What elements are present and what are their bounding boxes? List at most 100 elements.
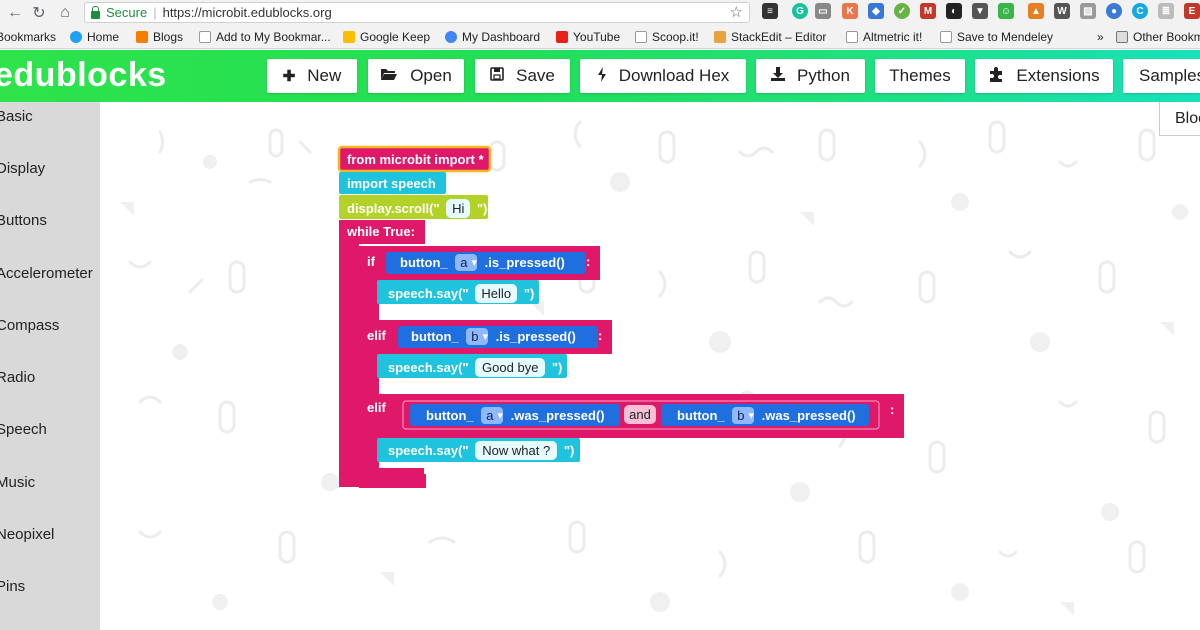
elif-colon-1: : [598,328,603,343]
block-from-microbit-import[interactable]: from microbit import * [347,152,484,167]
say-hello-field[interactable]: Hello [475,284,518,303]
extension-grammarly-icon[interactable]: G [792,3,808,19]
button-a-dropdown[interactable]: a [455,254,478,271]
if-colon: : [586,254,591,269]
block-workspace[interactable]: Blocks from microbit import * import spe… [100,102,1200,630]
extension-pocket-icon[interactable]: ▼ [972,3,988,19]
bolt-icon [597,66,607,86]
secure-label: Secure [106,5,148,20]
block-while-true[interactable]: while True: [347,224,415,239]
page-icon [940,31,952,43]
extension-m-icon[interactable]: M [920,3,936,19]
bookmark-add-to-my-bookmarks[interactable]: Add to My Bookmar... [199,30,331,44]
category-radio[interactable]: Radio [0,369,35,386]
if-keyword[interactable]: if [367,254,375,269]
bookmarks-bar: Bookmarks Home Blogs Add to My Bookmar..… [0,26,1200,49]
category-accelerometer[interactable]: Accelerometer [0,265,93,282]
bookmark-stackedit[interactable]: StackEdit – Editor [714,30,826,44]
block-button-a-is-pressed[interactable]: button_ a .is_pressed() [400,254,565,271]
bookmark-youtube[interactable]: YouTube [556,30,620,44]
category-basic[interactable]: Basic [0,108,33,125]
and-keyword: and [624,405,656,424]
extension-globe-icon[interactable]: ● [1106,3,1122,19]
extension-w-icon[interactable]: W [1054,3,1070,19]
elif-keyword-1[interactable]: elif [367,328,386,343]
category-pins[interactable]: Pins [0,578,25,595]
save-button[interactable]: Save [475,59,570,93]
back-icon[interactable]: ← [4,2,26,24]
say-goodbye-field[interactable]: Good bye [475,358,546,377]
stackedit-icon [714,31,726,43]
button-a-dropdown-2[interactable]: a [481,407,504,424]
extension-check-icon[interactable]: ✓ [894,3,910,19]
open-button[interactable]: Open [368,59,464,93]
category-speech[interactable]: Speech [0,421,47,438]
toolbox-sidebar: Basic Display Buttons Accelerometer Comp… [0,102,100,630]
block-speech-say-goodbye[interactable]: speech.say(" Good bye ") [388,358,562,377]
block-display-scroll[interactable]: display.scroll(" Hi ") [347,199,487,218]
blocks-view-tab[interactable]: Blocks [1159,102,1200,136]
extension-smile-icon[interactable]: ☺ [998,3,1014,19]
button-b-dropdown[interactable]: b [466,328,489,345]
plus-icon: ✚ [282,68,296,85]
extension-dark-icon[interactable]: ◐ [946,3,962,19]
extensions-button[interactable]: Extensions [975,59,1113,93]
category-neopixel[interactable]: Neopixel [0,526,54,543]
category-buttons[interactable]: Buttons [0,212,47,229]
elif-colon-2: : [890,402,895,417]
bookmark-blogs[interactable]: Blogs [136,30,183,44]
say-now-what-field[interactable]: Now what ? [475,441,558,460]
category-compass[interactable]: Compass [0,317,59,334]
block-button-b-was-pressed[interactable]: button_ b .was_pressed() [677,407,856,424]
block-button-a-was-pressed[interactable]: button_ a .was_pressed() [426,407,605,424]
bookmark-mendeley[interactable]: Save to Mendeley [940,30,1053,44]
home-icon[interactable]: ⌂ [54,2,76,24]
url-field[interactable]: Secure | https://microbit.edublocks.org … [84,2,750,23]
browser-address-bar: ← ↻ ⌂ Secure | https://microbit.edublock… [0,0,1200,26]
extension-layers-icon[interactable]: ≡ [762,3,778,19]
block-speech-say-hello[interactable]: speech.say(" Hello ") [388,284,534,303]
download-hex-button[interactable]: Download Hex [580,59,746,93]
extension-c-icon[interactable]: C [1132,3,1148,19]
python-button[interactable]: Python [756,59,865,93]
extension-diamond-icon[interactable]: ◆ [868,3,884,19]
page-icon [635,31,647,43]
extension-fox-icon[interactable]: ▲ [1028,3,1044,19]
download-icon [771,67,786,85]
bookmarks-overflow-icon[interactable]: » [1097,30,1104,44]
extension-k-icon[interactable]: K [842,3,858,19]
bookmark-other[interactable]: Other Bookmarks [1116,30,1200,44]
twitter-icon [70,31,82,43]
extension-menu-icon[interactable]: ≣ [1158,3,1174,19]
save-icon [490,67,504,85]
bookmark-my-dashboard[interactable]: My Dashboard [445,30,540,44]
youtube-icon [556,31,568,43]
button-b-dropdown-2[interactable]: b [732,407,755,424]
samples-button[interactable]: Samples [1123,59,1200,93]
bookmark-scoopit[interactable]: Scoop.it! [635,30,699,44]
scroll-text-field[interactable]: Hi [446,199,471,218]
extension-photo-icon[interactable]: ▨ [1080,3,1096,19]
lock-icon [91,5,100,19]
google-icon [445,31,457,43]
category-display[interactable]: Display [0,160,45,177]
bookmark-google-keep[interactable]: Google Keep [343,30,430,44]
bookmark-star-icon[interactable]: ☆ [730,3,743,21]
blogger-icon [136,31,148,43]
block-speech-say-now-what[interactable]: speech.say(" Now what ? ") [388,441,574,460]
elif-keyword-2[interactable]: elif [367,400,386,415]
extension-cast-icon[interactable]: ▭ [815,3,831,19]
reload-icon[interactable]: ↻ [28,2,50,24]
themes-button[interactable]: Themes [875,59,965,93]
bookmark-home[interactable]: Home [70,30,119,44]
bookmark-apps[interactable]: Bookmarks [0,30,56,44]
and-operator-block[interactable]: and [624,405,656,424]
bookmark-altmetric[interactable]: Altmetric it! [846,30,922,44]
category-music[interactable]: Music [0,474,35,491]
extension-red-icon[interactable]: E [1184,3,1200,19]
page-icon [199,31,211,43]
block-button-b-is-pressed[interactable]: button_ b .is_pressed() [411,328,576,345]
url-separator: | [153,5,157,20]
new-button[interactable]: ✚ New [267,59,357,93]
block-import-speech[interactable]: import speech [347,176,436,191]
